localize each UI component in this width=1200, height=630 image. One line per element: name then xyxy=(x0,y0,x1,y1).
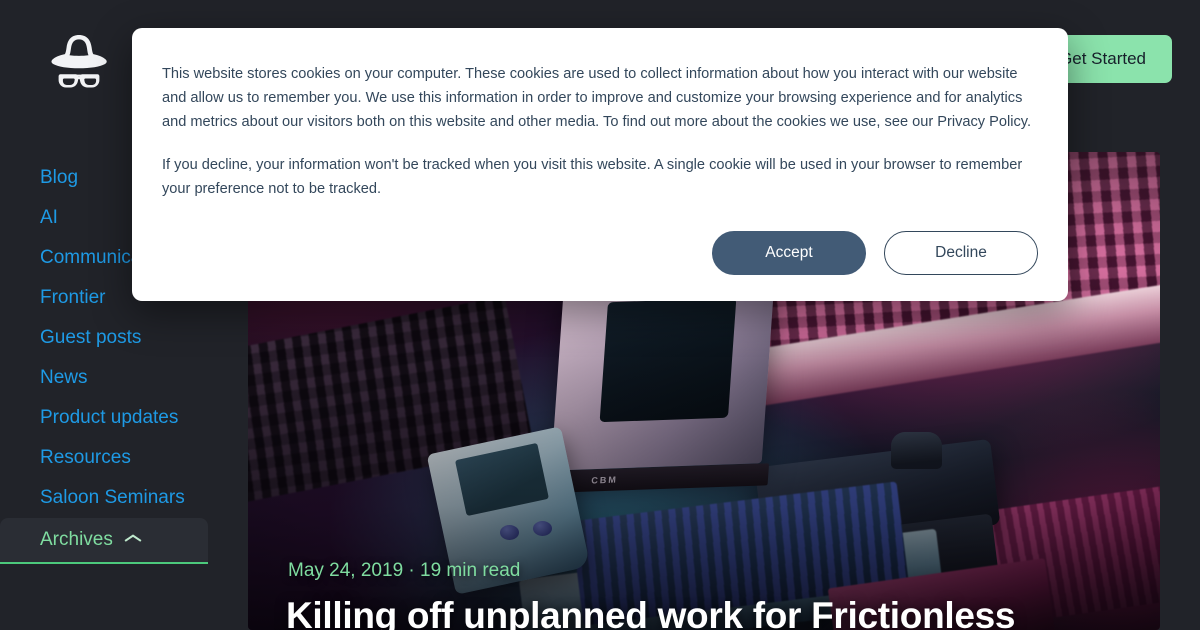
cookie-consent-dialog: This website stores cookies on your comp… xyxy=(132,28,1068,302)
page-root: Gitlab Product Solutions Pricing Resourc… xyxy=(0,0,1200,630)
sidebar-item-archives[interactable]: Archives xyxy=(0,518,208,564)
sidebar-item-resources[interactable]: Resources xyxy=(0,438,248,478)
sidebar-item-news[interactable]: News xyxy=(0,358,248,398)
cookie-dialog-actions: Accept Decline xyxy=(162,231,1038,276)
article-meta: May 24, 2019 · 19 min read xyxy=(288,560,521,581)
cowboy-hat-glasses-icon xyxy=(40,29,118,89)
cookie-paragraph-1: This website stores cookies on your comp… xyxy=(162,66,1032,131)
sidebar-item-archives-label: Archives xyxy=(40,529,113,550)
decline-cookies-button[interactable]: Decline xyxy=(884,231,1038,276)
article-title: Killing off unplanned work for Frictionl… xyxy=(286,595,1016,630)
sidebar-item-saloon-seminars[interactable]: Saloon Seminars xyxy=(0,478,248,518)
sidebar-item-guest-posts[interactable]: Guest posts xyxy=(0,318,248,358)
sidebar-item-product-updates[interactable]: Product updates xyxy=(0,398,248,438)
chevron-up-icon xyxy=(125,536,141,545)
accept-cookies-button[interactable]: Accept xyxy=(712,231,866,276)
cookie-paragraph-2: If you decline, your information won't b… xyxy=(162,156,1023,197)
